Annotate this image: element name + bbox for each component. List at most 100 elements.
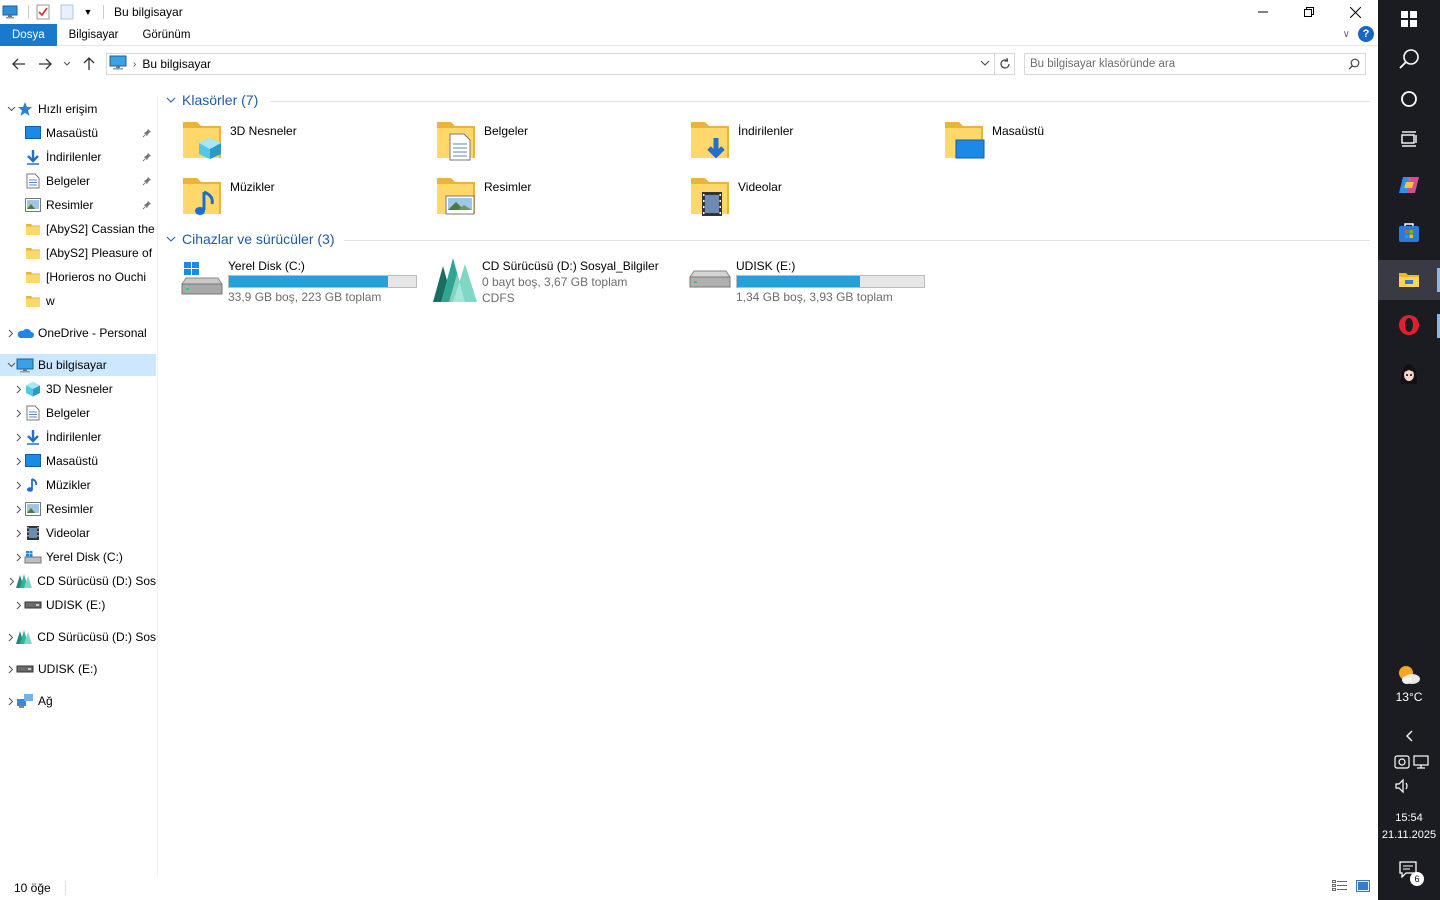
nav-item[interactable]: Bu bilgisayar [0,354,156,376]
volume-icon[interactable] [1394,778,1412,797]
nav-item[interactable]: UDISK (E:) [0,594,156,616]
nav-item[interactable]: Belgeler [0,402,156,424]
nav-item[interactable]: Resimler [0,194,156,216]
address-bar[interactable]: › Bu bilgisayar [106,53,995,75]
app-avatar-button[interactable] [1378,355,1440,395]
drive-item[interactable]: UDISK (E:) 1,34 GB boş, 3,93 GB toplam [684,256,934,308]
tab-view[interactable]: Görünüm [130,24,202,46]
address-dropdown-icon[interactable] [980,58,990,69]
nav-item[interactable]: [Horieros no Ouchi [0,266,156,288]
nav-item[interactable]: Müzikler [0,474,156,496]
clock-date[interactable]: 21.11.2025 [1378,829,1440,841]
chevron-right-icon[interactable] [6,697,16,706]
nav-item[interactable]: Belgeler [0,170,156,192]
folder-item[interactable]: Resimler [434,172,684,222]
chevron-right-icon[interactable] [14,457,24,466]
back-button[interactable] [6,52,32,76]
start-button[interactable] [1378,0,1440,40]
drives-group-header[interactable]: Cihazlar ve sürücüler (3) [166,229,335,249]
forward-button[interactable] [32,52,58,76]
nav-item[interactable]: Resimler [0,498,156,520]
nav-item[interactable]: Ağ [0,690,156,712]
details-view-icon[interactable] [1332,880,1348,895]
folder-name: İndirilenler [738,124,794,138]
nav-item[interactable]: İndirilenler [0,426,156,448]
nav-item[interactable]: OneDrive - Personal [0,322,156,344]
collapse-chevron-icon[interactable] [166,234,180,245]
recent-locations-button[interactable] [58,52,76,76]
chevron-right-icon[interactable] [14,529,24,538]
folder-item[interactable]: Videolar [688,172,938,222]
store-button[interactable] [1378,213,1440,253]
pin-icon[interactable] [142,175,152,189]
chevron-right-icon[interactable] [6,329,16,338]
restore-button[interactable] [1286,0,1332,24]
search-icon[interactable] [1343,58,1365,70]
clock-time[interactable]: 15:54 [1378,812,1440,824]
chevron-right-icon[interactable] [6,633,16,642]
pc-icon[interactable] [2,4,18,20]
drive-item[interactable]: CD Sürücüsü (D:) Sosyal_Bilgiler 0 bayt b… [430,256,680,308]
chevron-right-icon[interactable] [6,665,16,674]
up-button[interactable] [76,52,102,76]
wifi-icon[interactable] [1394,754,1410,773]
nav-item[interactable]: Yerel Disk (C:) [0,546,156,568]
nav-item[interactable]: UDISK (E:) [0,658,156,680]
chevron-right-icon[interactable] [14,433,24,442]
tab-computer[interactable]: Bilgisayar [57,24,131,46]
nav-item[interactable]: İndirilenler [0,146,156,168]
chevron-down-icon[interactable] [6,106,16,112]
task-view-button[interactable] [1378,120,1440,160]
folder-item[interactable]: Belgeler [434,116,684,166]
nav-item[interactable]: Hızlı erişim [0,98,156,120]
search-button[interactable] [1378,40,1440,80]
properties-icon[interactable] [35,4,51,20]
drive-item[interactable]: Yerel Disk (C:) 33,9 GB boş, 223 GB topla… [176,256,426,308]
customize-toolbar-icon[interactable]: ▼ [83,4,93,20]
refresh-button[interactable] [995,53,1015,75]
help-icon[interactable]: ? [1358,26,1374,42]
show-hidden-icons-button[interactable] [1378,722,1440,752]
opera-button[interactable] [1378,306,1440,346]
nav-item[interactable]: Masaüstü [0,122,156,144]
folder-item[interactable]: Masaüstü [942,116,1192,166]
close-button[interactable] [1332,0,1378,24]
search-input[interactable] [1025,54,1343,74]
nav-item[interactable]: Videolar [0,522,156,544]
nav-item[interactable]: CD Sürücüsü (D:) Sos [0,570,156,592]
breadcrumb-item[interactable]: Bu bilgisayar [142,57,211,71]
tiles-view-icon[interactable] [1356,880,1370,895]
chevron-right-icon[interactable] [14,385,24,394]
file-explorer-taskbar-button[interactable] [1378,260,1440,300]
network-icon[interactable] [1412,754,1430,773]
chevron-right-icon[interactable] [14,409,24,418]
search-box[interactable] [1024,53,1366,75]
cortana-button[interactable] [1378,80,1440,120]
copilot-button[interactable] [1378,166,1440,206]
chevron-right-icon[interactable] [14,505,24,514]
chevron-right-icon[interactable] [14,481,24,490]
nav-item[interactable]: Masaüstü [0,450,156,472]
nav-item[interactable]: CD Sürücüsü (D:) Sos [0,626,156,648]
folders-group-header[interactable]: Klasörler (7) [166,90,258,110]
nav-item[interactable]: 3D Nesneler [0,378,156,400]
weather-temperature[interactable]: 13°C [1378,690,1440,704]
pin-icon[interactable] [142,127,152,141]
folder-item[interactable]: 3D Nesneler [180,116,430,166]
collapse-chevron-icon[interactable] [166,95,180,106]
pin-icon[interactable] [142,151,152,165]
nav-item[interactable]: w [0,290,156,312]
chevron-down-icon[interactable] [6,362,16,368]
pin-icon[interactable] [142,199,152,213]
folder-item[interactable]: İndirilenler [688,116,938,166]
chevron-right-icon[interactable] [14,601,24,610]
expand-ribbon-icon[interactable]: ∨ [1343,29,1350,40]
breadcrumb-separator-icon[interactable]: › [133,59,136,70]
chevron-right-icon[interactable] [14,553,24,562]
folder-item[interactable]: Müzikler [180,172,430,222]
tab-file[interactable]: Dosya [0,23,57,46]
new-folder-icon[interactable] [59,4,75,20]
minimize-button[interactable] [1240,0,1286,24]
nav-item[interactable]: [AbyS2] Pleasure of [0,242,156,264]
nav-item[interactable]: [AbyS2] Cassian the [0,218,156,240]
